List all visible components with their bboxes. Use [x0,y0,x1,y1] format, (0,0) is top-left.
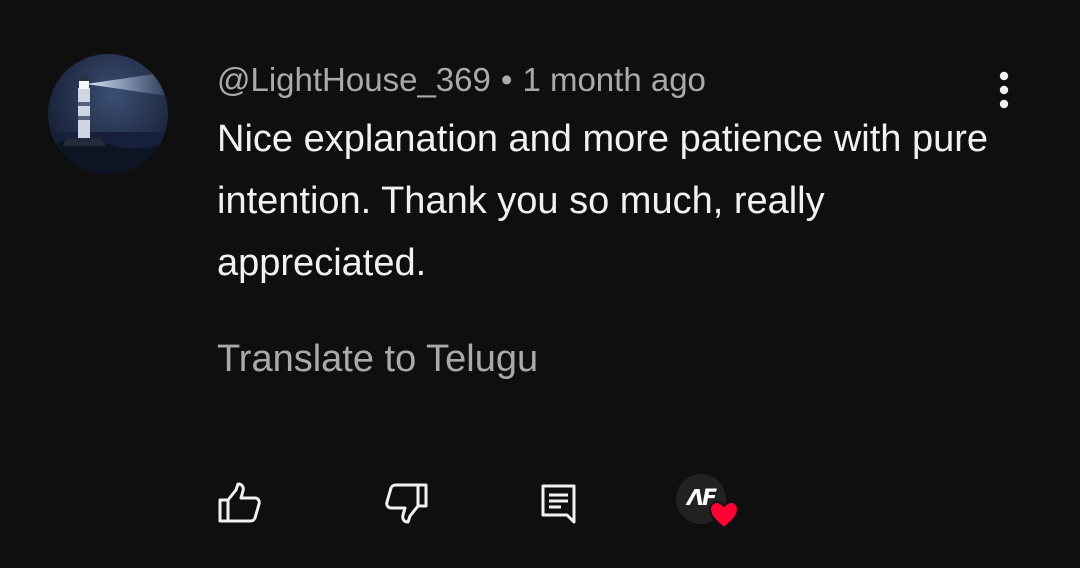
creator-heart-badge: ᐱF [676,474,746,534]
comment-body: Nice explanation and more patience with … [217,118,989,284]
reply-comment-icon [541,484,576,524]
author-handle[interactable]: @LightHouse_369 [217,61,491,98]
comment-timestamp[interactable]: 1 month ago [522,61,705,98]
comment-thread-item: @LightHouse_369 • 1 month ago Nice explana… [0,0,1080,568]
heart-icon [708,500,740,530]
thumbs-down-icon [385,483,428,524]
meta-separator: • [500,61,513,98]
vertical-dots-icon [999,71,1009,109]
lighthouse-avatar-image [48,54,168,174]
thumbs-up-icon [218,482,261,523]
author-avatar[interactable] [48,54,168,174]
like-button[interactable] [214,478,264,528]
more-actions-button[interactable] [986,68,1022,112]
translate-link[interactable]: Translate to Telugu [217,334,538,384]
comment-meta: @LightHouse_369 • 1 month ago [217,58,706,102]
dislike-button[interactable] [382,478,432,528]
reply-button[interactable] [534,478,584,528]
